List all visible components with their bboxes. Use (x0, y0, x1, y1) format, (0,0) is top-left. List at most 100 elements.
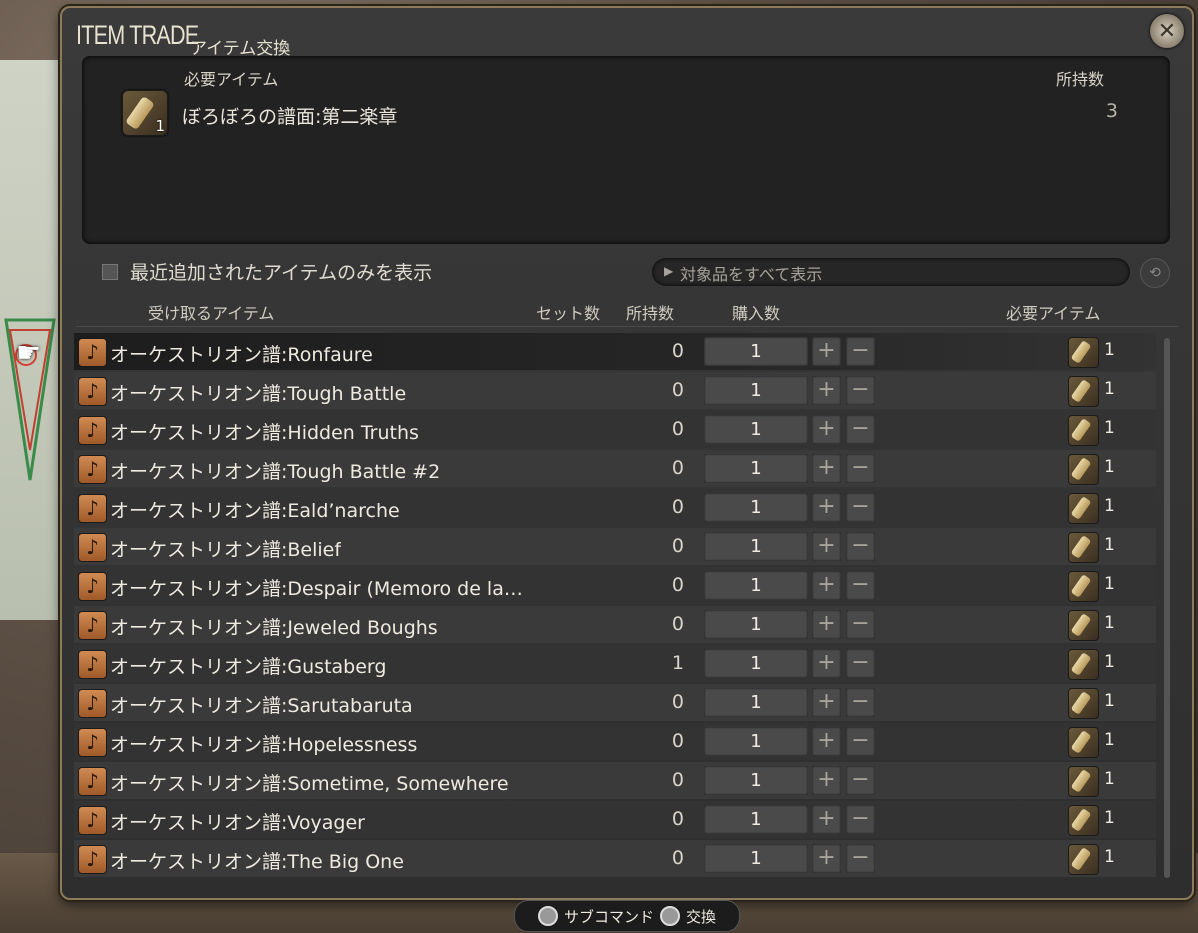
item-name: オーケストリオン譜:Tough Battle #2 (110, 461, 441, 483)
item-owned: 0 (671, 457, 684, 479)
quantity-input[interactable]: 1 (704, 493, 808, 522)
required-count: 1 (1104, 457, 1115, 477)
scroll-icon[interactable] (1068, 844, 1099, 875)
minus-button[interactable]: − (846, 571, 875, 600)
scroll-icon[interactable] (1068, 376, 1099, 407)
quantity-input[interactable]: 1 (704, 415, 808, 444)
quantity-input[interactable]: 1 (704, 571, 808, 600)
table-row[interactable]: ♪ オーケストリオン譜:Sometime, Somewhere 0 1 + −1 (74, 762, 1156, 799)
music-note-icon: ♪ (78, 611, 107, 640)
table-row[interactable]: ♪ オーケストリオン譜:Sarutabaruta 0 1 + −1 (74, 684, 1156, 721)
required-count: 1 (1104, 379, 1115, 399)
minus-button[interactable]: − (846, 649, 875, 678)
table-row[interactable]: ♪ オーケストリオン譜:Hidden Truths 0 1 + −1 (74, 411, 1156, 448)
plus-button[interactable]: + (812, 532, 841, 561)
scroll-icon[interactable] (1068, 649, 1099, 680)
item-list: ♪ オーケストリオン譜:Ronfaure 0 1 + −1 ♪ オーケストリオン譜:Tough… (74, 333, 1156, 879)
plus-button[interactable]: + (812, 844, 841, 873)
scroll-icon[interactable] (1068, 415, 1099, 446)
quantity-input[interactable]: 1 (704, 610, 808, 639)
reset-icon[interactable]: ⟲ (1140, 258, 1170, 288)
scroll-icon[interactable] (1068, 610, 1099, 641)
table-row[interactable]: ♪ オーケストリオン譜:The Big One 0 1 + −1 (74, 840, 1156, 877)
filter-dropdown[interactable]: ▶ 対象品をすべて表示 (652, 258, 1130, 286)
plus-button[interactable]: + (812, 805, 841, 834)
music-note-icon: ♪ (78, 494, 107, 523)
minus-button[interactable]: − (846, 610, 875, 639)
scroll-icon[interactable] (1068, 337, 1099, 368)
quantity-input[interactable]: 1 (704, 649, 808, 678)
scroll-icon[interactable] (1068, 766, 1099, 797)
window-title: ITEM TRADE (76, 20, 199, 50)
minus-button[interactable]: − (846, 493, 875, 522)
quantity-input[interactable]: 1 (704, 766, 808, 795)
minus-button[interactable]: − (846, 727, 875, 756)
table-row[interactable]: ♪ オーケストリオン譜:Eald’narche 0 1 + −1 (74, 489, 1156, 526)
plus-button[interactable]: + (812, 571, 841, 600)
table-row[interactable]: ♪ オーケストリオン譜:Tough Battle 0 1 + −1 (74, 372, 1156, 409)
music-note-icon: ♪ (78, 728, 107, 757)
column-set-count: セット数 (536, 304, 601, 323)
plus-button[interactable]: + (812, 766, 841, 795)
table-row[interactable]: ♪ オーケストリオン譜:Tough Battle #2 0 1 + −1 (74, 450, 1156, 487)
quantity-input[interactable]: 1 (704, 844, 808, 873)
scroll-icon[interactable] (1068, 727, 1099, 758)
minus-button[interactable]: − (846, 688, 875, 717)
table-row[interactable]: ♪ オーケストリオン譜:Hopelessness 0 1 + −1 (74, 723, 1156, 760)
minus-button[interactable]: − (846, 337, 875, 366)
plus-button[interactable]: + (812, 610, 841, 639)
quantity-input[interactable]: 1 (704, 688, 808, 717)
item-owned: 0 (671, 613, 684, 635)
scrollbar[interactable] (1164, 338, 1170, 878)
plus-button[interactable]: + (812, 337, 841, 366)
scroll-icon[interactable] (1068, 571, 1099, 602)
column-receive: 受け取るアイテム (148, 304, 275, 323)
table-row[interactable]: ♪ オーケストリオン譜:Belief 0 1 + −1 (74, 528, 1156, 565)
scroll-icon[interactable] (1068, 805, 1099, 836)
quantity-input[interactable]: 1 (704, 337, 808, 366)
close-icon[interactable]: ✕ (1150, 14, 1184, 48)
minus-button[interactable]: − (846, 415, 875, 444)
minus-button[interactable]: − (846, 532, 875, 561)
plus-button[interactable]: + (812, 727, 841, 756)
required-item-name: ぼろぼろの譜面:第二楽章 (182, 106, 398, 128)
quantity-input[interactable]: 1 (704, 805, 808, 834)
scroll-icon[interactable] (1068, 688, 1099, 719)
music-note-icon: ♪ (78, 338, 107, 367)
item-name: オーケストリオン譜:Belief (110, 539, 342, 561)
item-name: オーケストリオン譜:Hidden Truths (110, 422, 419, 444)
table-row[interactable]: ♪ オーケストリオン譜:Jeweled Boughs 0 1 + −1 (74, 606, 1156, 643)
column-required: 必要アイテム (1006, 304, 1101, 323)
plus-button[interactable]: + (812, 415, 841, 444)
exchange-hint[interactable]: 交換 (686, 906, 716, 927)
quantity-input[interactable]: 1 (704, 727, 808, 756)
scroll-icon[interactable] (1068, 454, 1099, 485)
quantity-input[interactable]: 1 (704, 454, 808, 483)
map-marker-icon (4, 318, 56, 481)
table-row[interactable]: ♪ オーケストリオン譜:Despair (Memoro de la… 0 1 + −1 (74, 567, 1156, 604)
minus-button[interactable]: − (846, 376, 875, 405)
minus-button[interactable]: − (846, 844, 875, 873)
minus-button[interactable]: − (846, 805, 875, 834)
scroll-icon[interactable]: 1 (122, 90, 168, 136)
minus-button[interactable]: − (846, 766, 875, 795)
table-row[interactable]: ♪ オーケストリオン譜:Ronfaure 0 1 + −1 (74, 333, 1156, 370)
plus-button[interactable]: + (812, 376, 841, 405)
item-owned: 0 (671, 847, 684, 869)
plus-button[interactable]: + (812, 649, 841, 678)
subcommand-hint[interactable]: サブコマンド (564, 906, 654, 927)
recent-only-label[interactable]: 最近追加されたアイテムのみを表示 (130, 258, 432, 285)
quantity-input[interactable]: 1 (704, 532, 808, 561)
recent-only-checkbox[interactable] (102, 264, 118, 280)
table-row[interactable]: ♪ オーケストリオン譜:Voyager 0 1 + −1 (74, 801, 1156, 838)
music-note-icon: ♪ (78, 845, 107, 874)
quantity-input[interactable]: 1 (704, 376, 808, 405)
scroll-icon[interactable] (1068, 493, 1099, 524)
plus-button[interactable]: + (812, 688, 841, 717)
table-row[interactable]: ♪ オーケストリオン譜:Gustaberg 1 1 + −1 (74, 645, 1156, 682)
scroll-icon[interactable] (1068, 532, 1099, 563)
minus-button[interactable]: − (846, 454, 875, 483)
plus-button[interactable]: + (812, 493, 841, 522)
plus-button[interactable]: + (812, 454, 841, 483)
item-owned: 0 (671, 340, 684, 362)
